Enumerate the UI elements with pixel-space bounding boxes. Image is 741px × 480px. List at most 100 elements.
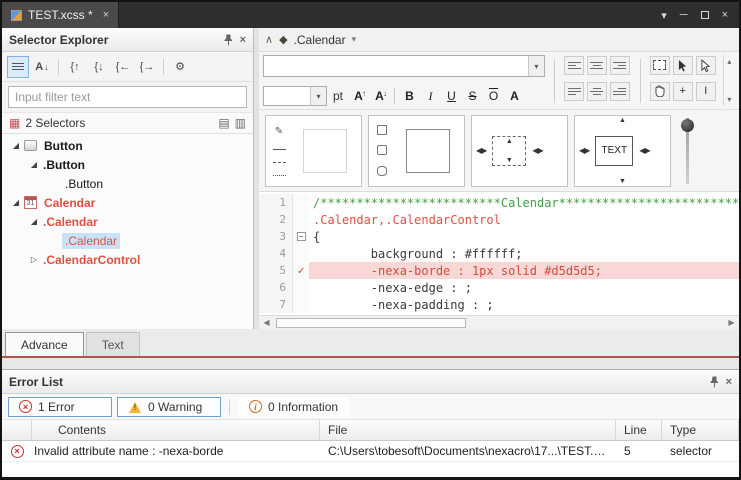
padding-preview[interactable]: ◀▶ ▲▼ ◀▶ <box>471 115 568 187</box>
line-dotted-icon[interactable] <box>273 175 286 176</box>
tab-text[interactable]: Text <box>86 332 140 356</box>
warning-filter-label: 0 Warning <box>148 400 202 414</box>
tree-item-dot-calendar[interactable]: ◢ .Calendar <box>2 212 253 231</box>
document-tab[interactable]: TEST.xcss * × <box>2 2 119 28</box>
arrow-right-icon: ▶ <box>481 146 486 155</box>
tree-item-calendar[interactable]: ◢ 31 Calendar <box>2 193 253 212</box>
tree-item-calendarcontrol[interactable]: ▷ .CalendarControl <box>2 250 253 269</box>
font-size-combobox[interactable]: ▾ <box>263 86 327 106</box>
line-solid-icon[interactable] <box>273 149 286 150</box>
error-table-row[interactable]: × Invalid attribute name : -nexa-borde C… <box>2 441 739 462</box>
font-grow-button[interactable]: A↑ <box>349 87 368 106</box>
error-filter-button[interactable]: × 1 Error <box>8 397 112 417</box>
horizontal-splitter[interactable] <box>2 358 739 369</box>
line-dashed-icon[interactable] <box>273 162 286 163</box>
pin-icon[interactable] <box>710 376 719 388</box>
tree-item-dot-button-child[interactable]: .Button <box>2 174 253 193</box>
close-button[interactable]: × <box>722 9 728 21</box>
pointer-outline-icon[interactable] <box>696 56 716 75</box>
tab-list-dropdown-icon[interactable]: ▾ <box>661 9 667 22</box>
collapse-selector-icon[interactable]: {↓ <box>88 56 110 78</box>
selector-dropdown-icon[interactable]: ▾ <box>352 34 357 45</box>
tree-expander-icon[interactable]: ◢ <box>10 141 22 150</box>
scroll-right-icon[interactable]: ▶ <box>724 316 739 330</box>
valign-bottom-icon[interactable] <box>610 82 630 101</box>
collapse-all-icon[interactable]: ▥ <box>235 116 246 130</box>
arrow-up-icon: ▲ <box>619 117 626 124</box>
font-color-button[interactable]: A <box>505 87 524 106</box>
font-shrink-button[interactable]: A↓ <box>370 87 389 106</box>
overline-button[interactable]: O <box>484 87 503 106</box>
align-left-icon[interactable] <box>564 56 584 75</box>
tree-item-dot-button[interactable]: ◢ .Button <box>2 155 253 174</box>
pointer-icon[interactable] <box>673 56 693 75</box>
opacity-slider[interactable] <box>677 116 697 186</box>
scroll-left-icon[interactable]: ◀ <box>259 316 274 330</box>
minimize-button[interactable]: ─ <box>680 9 688 21</box>
tree-expander-icon[interactable]: ◢ <box>28 160 40 169</box>
hand-tool-icon[interactable] <box>650 82 670 101</box>
tree-expander-icon[interactable]: ◢ <box>28 217 40 226</box>
italic-button[interactable]: I <box>421 87 440 106</box>
code-line-error: 5 ✓ -nexa-borde : 1px solid #d5d5d5; <box>259 262 739 279</box>
border-style-preview[interactable]: ✎ <box>265 115 362 187</box>
settings-gear-icon[interactable]: ⚙ <box>169 56 191 78</box>
code-text: { <box>309 228 739 245</box>
column-file[interactable]: File <box>320 420 616 440</box>
corner-round-icon[interactable] <box>377 145 387 155</box>
edge-style-preview[interactable] <box>368 115 465 187</box>
expand-all-icon[interactable]: ▤ <box>218 116 229 130</box>
tab-advance[interactable]: Advance <box>5 332 84 356</box>
selector-filter-input[interactable] <box>8 86 247 108</box>
combo-dropdown-icon[interactable]: ▾ <box>528 56 544 76</box>
sort-alpha-icon[interactable]: A↓ <box>31 56 53 78</box>
combo-dropdown-icon[interactable]: ▾ <box>310 87 326 105</box>
column-line[interactable]: Line <box>616 420 662 440</box>
scrollbar-thumb[interactable] <box>276 318 466 328</box>
pin-icon[interactable] <box>224 34 233 46</box>
corner-rounder-icon[interactable] <box>377 166 387 176</box>
tree-item-dot-calendar-selected[interactable]: .Calendar <box>2 231 253 250</box>
font-family-value <box>264 56 528 76</box>
fold-icon[interactable]: − <box>297 232 306 241</box>
column-contents[interactable]: Contents <box>32 420 320 440</box>
prev-selector-icon[interactable]: {← <box>112 56 134 78</box>
tree-item-button[interactable]: ◢ Button <box>2 136 253 155</box>
text-cursor-icon[interactable]: I <box>696 82 716 101</box>
warning-filter-button[interactable]: ! 0 Warning <box>117 397 221 417</box>
valign-top-icon[interactable] <box>564 82 584 101</box>
code-text: -nexa-edge : ; <box>309 279 739 296</box>
info-filter-button[interactable]: i 0 Information <box>238 397 349 417</box>
slider-knob[interactable] <box>681 119 694 132</box>
horizontal-scrollbar[interactable]: ◀ ▶ <box>259 315 739 329</box>
tab-close-icon[interactable]: × <box>103 9 109 21</box>
next-selector-icon[interactable]: {→ <box>136 56 158 78</box>
font-unit-label: pt <box>333 89 343 103</box>
valign-middle-icon[interactable] <box>587 82 607 101</box>
bold-button[interactable]: B <box>400 87 419 106</box>
text-align-preview[interactable]: ◀▶ TEXT▲▼ ◀▶ <box>574 115 671 187</box>
toolbar-scroll-up-icon[interactable]: ▴ <box>727 57 731 66</box>
panel-close-icon[interactable]: × <box>726 376 732 388</box>
selector-list-icon[interactable] <box>7 56 29 78</box>
corner-square-icon[interactable] <box>377 125 387 135</box>
selector-count-icon: ▦ <box>9 116 20 130</box>
restore-button[interactable] <box>701 11 709 19</box>
font-family-combobox[interactable]: ▾ <box>263 55 545 77</box>
add-tool-icon[interactable]: + <box>673 82 693 101</box>
strikethrough-button[interactable]: S <box>463 87 482 106</box>
column-type[interactable]: Type <box>662 420 739 440</box>
code-text: background : #ffffff; <box>309 245 739 262</box>
tree-expander-icon[interactable]: ◢ <box>10 198 22 207</box>
collapse-toolbar-icon[interactable]: ∧ <box>265 33 273 46</box>
panel-close-icon[interactable]: × <box>240 34 246 46</box>
pencil-icon[interactable]: ✎ <box>275 126 283 137</box>
expand-selector-icon[interactable]: {↑ <box>64 56 86 78</box>
underline-button[interactable]: U <box>442 87 461 106</box>
marquee-select-icon[interactable] <box>650 56 670 75</box>
align-right-icon[interactable] <box>610 56 630 75</box>
toolbar-scroll-down-icon[interactable]: ▾ <box>727 95 731 104</box>
code-editor[interactable]: 1 /*************************Calendar****… <box>259 192 739 315</box>
align-center-icon[interactable] <box>587 56 607 75</box>
tree-expander-icon[interactable]: ▷ <box>28 255 40 264</box>
